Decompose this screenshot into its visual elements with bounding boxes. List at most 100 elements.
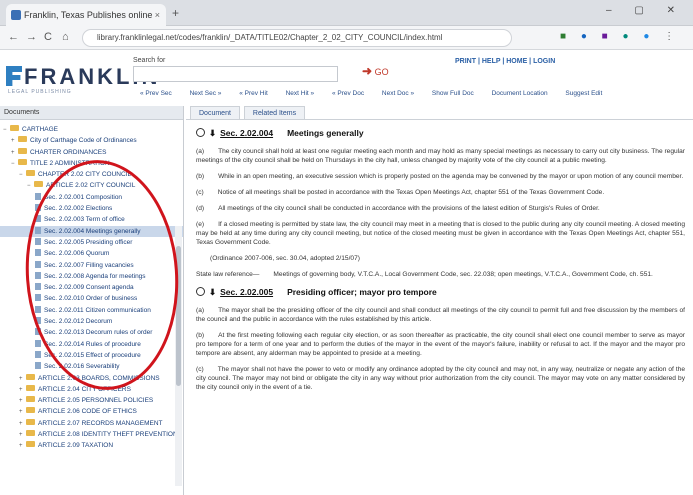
url-field[interactable]: library.franklinlegal.net/codes/franklin… (82, 29, 512, 47)
reload-icon[interactable]: C (44, 31, 52, 43)
address-bar-row: ← → C ⌂ library.franklinlegal.net/codes/… (0, 26, 693, 50)
expand-toggle-icon[interactable]: − (3, 125, 10, 135)
code-section: ⬇ Sec. 2.02.004 Meetings generally (a) The c… (196, 126, 685, 279)
expand-toggle-icon[interactable]: − (27, 181, 34, 191)
download-icon[interactable]: ⬇ (209, 287, 216, 297)
prev-section-link[interactable]: « Prev Sec (140, 90, 172, 97)
document-viewer: Document Related Items ⬇ Sec. 2.02.004 Meet… (186, 106, 693, 495)
tree-folder-item[interactable]: + ARTICLE 2.09 TAXATION (0, 440, 183, 451)
folder-icon (26, 373, 35, 380)
tab-close-icon[interactable]: × (155, 4, 160, 26)
paragraph-text: Notice of all meetings shall be posted i… (217, 189, 605, 196)
next-section-link[interactable]: Next Sec » (190, 90, 222, 97)
home-icon[interactable]: ⌂ (62, 31, 69, 43)
extension-icon[interactable]: ■ (602, 31, 614, 42)
arrow-right-icon: ➜ (362, 64, 373, 78)
expand-toggle-icon[interactable]: + (19, 407, 26, 417)
tree-folder-item[interactable]: + CHARTER ORDINANCES (0, 147, 183, 158)
search-in-section-icon[interactable] (196, 128, 205, 137)
suggest-edit-link[interactable]: Suggest Edit (565, 90, 602, 97)
forward-icon[interactable]: → (26, 31, 37, 43)
logo-tagline: LEGAL PUBLISHING (8, 89, 72, 95)
search-input[interactable] (133, 66, 338, 82)
next-hit-link[interactable]: Next Hit » (286, 90, 315, 97)
section-heading: ⬇ Sec. 2.02.004 Meetings generally (196, 126, 685, 140)
expand-toggle-icon[interactable]: + (19, 385, 26, 395)
next-doc-link[interactable]: Next Doc » (382, 90, 414, 97)
document-icon (35, 192, 41, 200)
extension-icon[interactable]: ● (581, 31, 593, 42)
extension-icon[interactable]: ■ (560, 31, 572, 42)
expand-toggle-icon[interactable]: + (11, 148, 18, 158)
document-location-link[interactable]: Document Location (492, 90, 548, 97)
document-icon (35, 339, 41, 347)
paragraph-text: The city council shall hold at least one… (196, 148, 685, 164)
paragraph-label: (d) (196, 205, 205, 212)
paragraph-text: All meetings of the city council shall b… (218, 205, 600, 212)
extension-icon[interactable]: ● (622, 31, 634, 42)
paragraph-text: Meetings of governing body, V.T.C.A., Lo… (273, 271, 653, 278)
go-label: GO (374, 67, 389, 77)
folder-icon (26, 396, 35, 403)
tab-document[interactable]: Document (190, 106, 240, 119)
section-paragraph: (d) All meetings of the city council shal… (196, 204, 685, 213)
tree-item-label: ARTICLE 2.06 CODE OF ETHICS (38, 408, 137, 416)
expand-toggle-icon[interactable]: − (11, 159, 18, 169)
search-in-section-icon[interactable] (196, 287, 205, 296)
tree-item-label: CARTHAGE (22, 126, 58, 133)
folder-icon (26, 170, 35, 177)
top-links[interactable]: PRINT | HELP | HOME | LOGIN (455, 58, 555, 65)
section-paragraph: (Ordinance 2007-006, sec. 30.04, adopted… (196, 254, 685, 263)
browser-tab[interactable]: Franklin, Texas Publishes online × (6, 4, 166, 26)
paragraph-label: (e) (196, 221, 205, 228)
search-label: Search for (133, 57, 166, 64)
paragraph-text: While in an open meeting, an executive s… (218, 173, 684, 180)
tab-related-items[interactable]: Related Items (243, 106, 306, 119)
paragraph-label: (a) (196, 148, 205, 155)
section-number-link[interactable]: Sec. 2.02.005 (220, 287, 273, 297)
expand-toggle-icon[interactable]: + (19, 396, 26, 406)
expand-toggle-icon[interactable]: − (19, 170, 26, 180)
prev-hit-link[interactable]: « Prev Hit (239, 90, 268, 97)
tree-folder-item[interactable]: + ARTICLE 2.06 CODE OF ETHICS (0, 406, 183, 417)
section-paragraph: (c) Notice of all meetings shall be poste… (196, 188, 685, 197)
folder-icon (34, 181, 43, 188)
folder-icon (26, 407, 35, 414)
section-number-link[interactable]: Sec. 2.02.004 (220, 128, 273, 138)
section-title: Presiding officer; mayor pro tempore (287, 287, 437, 297)
paragraph-label: (b) (196, 332, 205, 339)
download-icon[interactable]: ⬇ (209, 128, 216, 138)
tab-title: Franklin, Texas Publishes online (24, 10, 153, 20)
section-title: Meetings generally (287, 128, 364, 138)
expand-toggle-icon[interactable]: + (19, 419, 26, 429)
expand-toggle-icon[interactable]: + (19, 430, 26, 440)
menu-icon[interactable]: ⋮ (664, 31, 680, 42)
tree-item-label: CHARTER ORDINANCES (30, 148, 107, 156)
document-icon (35, 362, 41, 370)
expand-toggle-icon[interactable]: + (19, 374, 26, 384)
folder-icon (26, 430, 35, 437)
section-paragraph: (b) While in an open meeting, an executiv… (196, 172, 685, 181)
new-tab-button[interactable]: + (172, 6, 179, 20)
tree-folder-item[interactable]: + ARTICLE 2.07 RECORDS MANAGEMENT (0, 418, 183, 429)
paragraph-label: (a) (196, 307, 205, 314)
section-heading: ⬇ Sec. 2.02.005 Presiding officer; mayor p… (196, 285, 685, 299)
paragraph-text: The mayor shall not have the power to ve… (196, 366, 685, 391)
expand-toggle-icon[interactable]: + (19, 441, 26, 451)
section-paragraph: State law reference— Meetings of governin… (196, 270, 685, 279)
expand-toggle-icon[interactable]: + (11, 136, 18, 146)
paragraph-text: (Ordinance 2007-006, sec. 30.04, adopted… (210, 255, 360, 262)
paragraph-label: (c) (196, 366, 204, 373)
go-button[interactable]: ➜ GO (362, 64, 389, 78)
window-controls[interactable]: – ▢ ✕ (606, 5, 685, 16)
paragraph-text: At the first meeting following each regu… (196, 332, 685, 357)
document-icon (35, 350, 41, 358)
tree-folder-item[interactable]: + ARTICLE 2.08 IDENTITY THEFT PREVENTION (0, 429, 183, 440)
profile-avatar-icon[interactable]: ● (643, 31, 655, 42)
tree-folder-item[interactable]: + ARTICLE 2.05 PERSONNEL POLICIES (0, 395, 183, 406)
tree-folder-item[interactable]: − CARTHAGE (0, 124, 183, 135)
back-icon[interactable]: ← (8, 31, 19, 43)
tree-folder-item[interactable]: + City of Carthage Code of Ordinances (0, 135, 183, 146)
show-full-doc-link[interactable]: Show Full Doc (432, 90, 474, 97)
prev-doc-link[interactable]: « Prev Doc (332, 90, 364, 97)
